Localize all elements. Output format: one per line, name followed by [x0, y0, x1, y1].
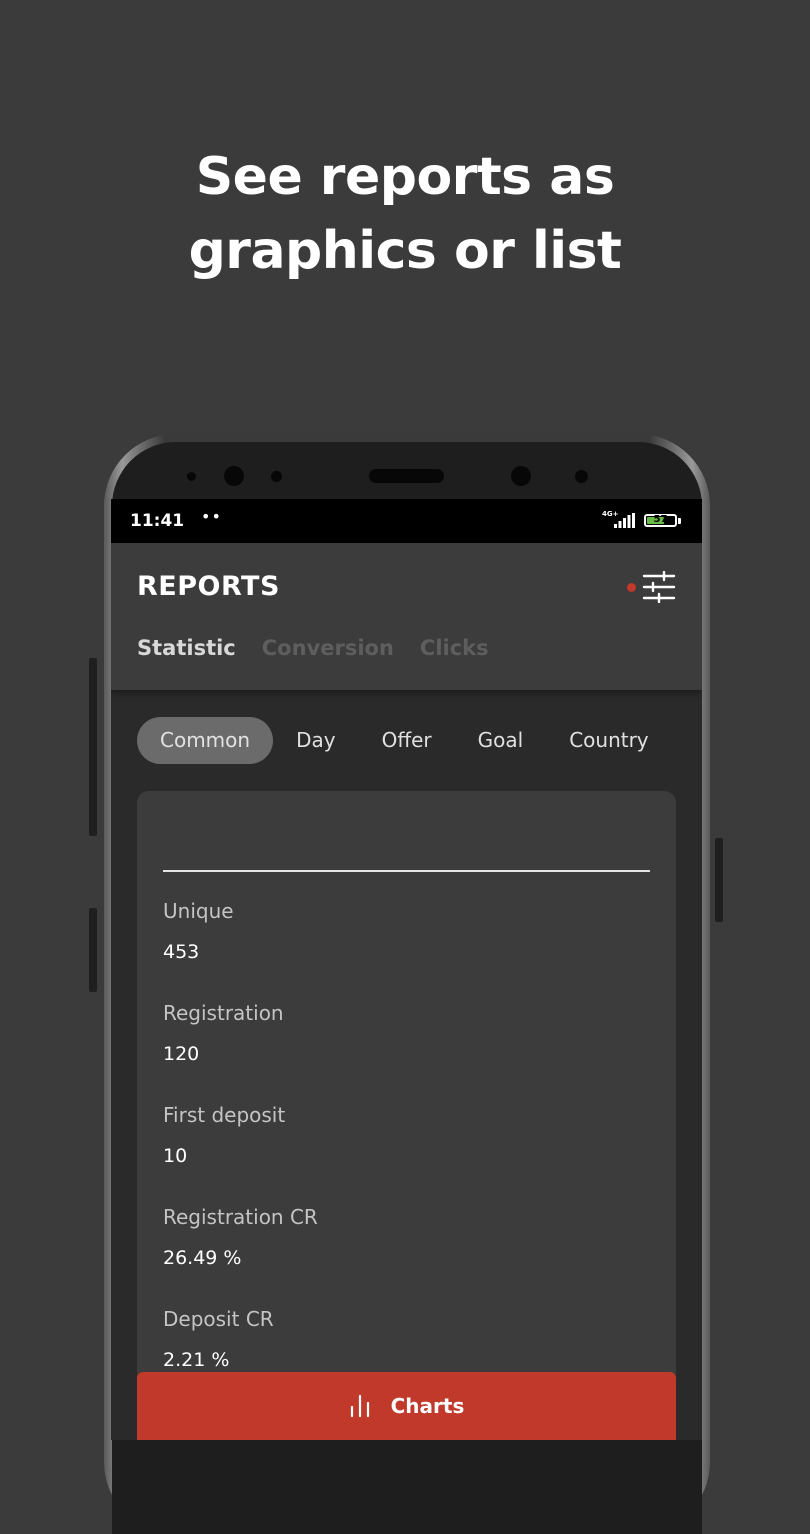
- bar-chart-icon: [350, 1394, 369, 1418]
- stat-value: 120: [163, 1043, 200, 1065]
- app-screen: 11:41 •• 4G+ 57 REPORTS Statistic Conver…: [111, 499, 702, 1440]
- app-bar: REPORTS Statistic Conversion Clicks: [111, 543, 702, 690]
- stat-label: Registration CR: [163, 1205, 318, 1229]
- front-camera-icon: [511, 466, 531, 486]
- tab-statistic[interactable]: Statistic: [137, 636, 236, 660]
- grouping-chips: Common Day Offer Goal Country: [137, 717, 672, 764]
- charts-button-label: Charts: [390, 1394, 465, 1418]
- sensor-icon: [187, 472, 196, 481]
- headline-line-2: graphics or list: [188, 221, 622, 281]
- charts-button[interactable]: Charts: [137, 1372, 676, 1440]
- battery-percentage: 57: [653, 514, 668, 525]
- notification-dots-icon: ••: [201, 507, 222, 526]
- stat-item-unique: Unique 453: [163, 899, 318, 1001]
- status-time: 11:41: [130, 511, 185, 531]
- chip-day[interactable]: Day: [273, 717, 359, 764]
- stat-value: 26.49 %: [163, 1247, 242, 1269]
- phone-volume-button: [89, 658, 97, 836]
- stat-label: First deposit: [163, 1103, 286, 1127]
- front-camera-icon: [224, 466, 244, 486]
- phone-side-button: [89, 908, 97, 992]
- stat-item-registration: Registration 120: [163, 1001, 318, 1103]
- stat-value: 2.21 %: [163, 1349, 230, 1371]
- earpiece-speaker: [369, 469, 444, 483]
- statistics-list: Unique 453 Registration 120 First deposi…: [163, 899, 318, 1409]
- tab-clicks[interactable]: Clicks: [420, 636, 489, 660]
- phone-power-button: [715, 838, 723, 922]
- sensor-icon: [575, 470, 588, 483]
- sensor-icon: [271, 471, 282, 482]
- stat-value: 10: [163, 1145, 188, 1167]
- active-filter-indicator: [627, 583, 636, 592]
- chip-goal[interactable]: Goal: [455, 717, 547, 764]
- battery-tip: [678, 518, 681, 524]
- report-tabs: Statistic Conversion Clicks: [137, 636, 489, 660]
- tab-conversion[interactable]: Conversion: [262, 636, 394, 660]
- promo-headline: See reports as graphics or list: [0, 140, 810, 288]
- signal-icon: [614, 513, 635, 528]
- charts-button-content: Charts: [137, 1372, 676, 1440]
- headline-line-1: See reports as: [195, 147, 615, 207]
- statistics-card: Unique 453 Registration 120 First deposi…: [137, 791, 676, 1440]
- stat-value: 453: [163, 941, 200, 963]
- stat-item-registration-cr: Registration CR 26.49 %: [163, 1205, 318, 1307]
- stat-label: Deposit CR: [163, 1307, 274, 1331]
- chip-country[interactable]: Country: [546, 717, 671, 764]
- page-title: REPORTS: [137, 571, 280, 602]
- stat-label: Registration: [163, 1001, 284, 1025]
- stat-item-first-deposit: First deposit 10: [163, 1103, 318, 1205]
- sliders-icon: [642, 571, 676, 603]
- chip-common[interactable]: Common: [137, 717, 274, 764]
- battery-icon: 57: [644, 514, 677, 527]
- status-bar: 11:41 •• 4G+ 57: [111, 499, 702, 543]
- chip-offer[interactable]: Offer: [359, 717, 455, 764]
- card-divider: [163, 870, 650, 872]
- stat-label: Unique: [163, 899, 234, 923]
- filter-button[interactable]: [621, 569, 681, 605]
